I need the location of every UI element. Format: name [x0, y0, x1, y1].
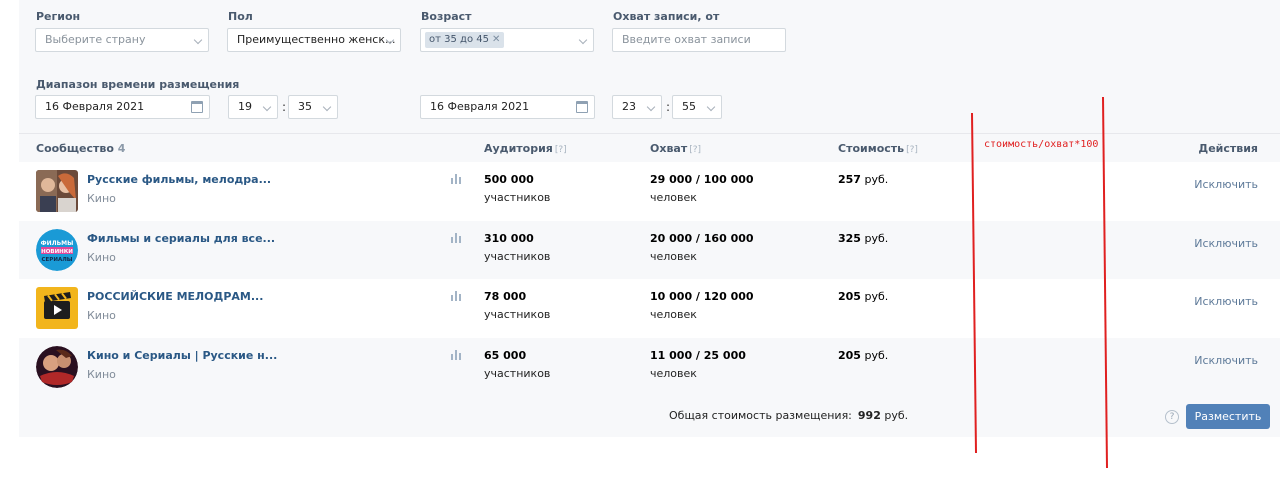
annotation-line: [971, 112, 977, 454]
annotation-lines: [971, 96, 1108, 469]
annotation-line: [1102, 96, 1108, 469]
